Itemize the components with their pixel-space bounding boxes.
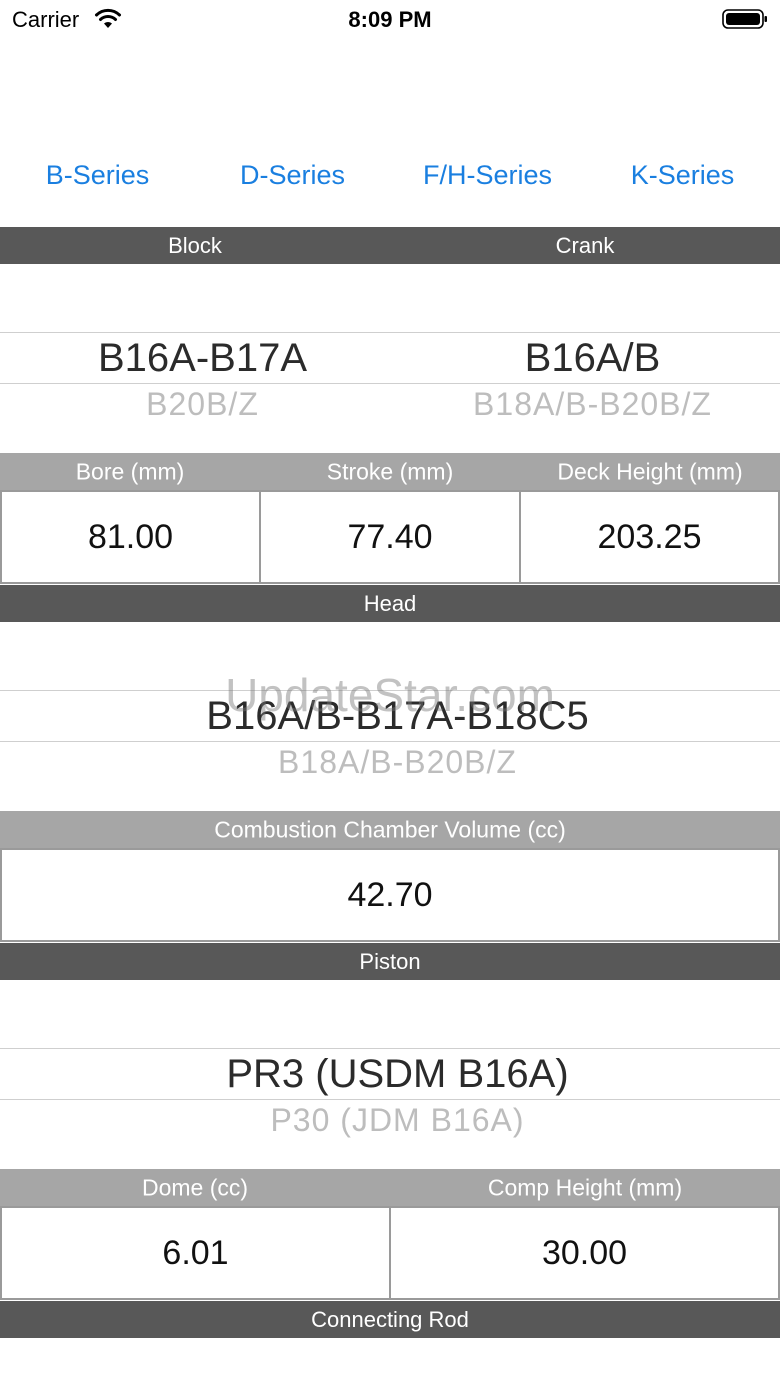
piston-header: Piston [0,943,780,980]
crank-header-label: Crank [555,232,615,258]
chamber-volume-field[interactable]: 42.70 [0,848,780,942]
crank-picker-next[interactable]: B18A/B-B20B/Z [405,386,780,423]
bore-label: Bore (mm) [75,458,185,484]
tab-fh-series[interactable]: F/H-Series [390,160,585,191]
head-picker-next[interactable]: B18A/B-B20B/Z [0,744,780,781]
block-crank-picker[interactable]: B16A-B17A B20B/Z B16A/B B18A/B-B20B/Z [0,264,780,453]
picker-selection-bottom-line [0,741,780,742]
head-header-label: Head [363,590,417,616]
picker-selection-top-line [0,332,780,333]
head-picker-selected[interactable]: B16A/B-B17A-B18C5 [0,694,780,739]
piston-picker[interactable]: PR3 (USDM B16A) P30 (JDM B16A) [0,980,780,1169]
block-picker-selected[interactable]: B16A-B17A [0,336,405,381]
status-bar: Carrier 8:09 PM [0,0,780,40]
block-dimensions-labels: Bore (mm) Stroke (mm) Deck Height (mm) [0,453,780,490]
piston-picker-next[interactable]: P30 (JDM B16A) [0,1102,780,1139]
comp-height-label: Comp Height (mm) [487,1174,683,1200]
picker-selection-top-line [0,1048,780,1049]
comp-height-field[interactable]: 30.00 [389,1206,780,1300]
crank-picker-selected[interactable]: B16A/B [405,336,780,381]
block-crank-header: Block Crank [0,227,780,264]
picker-selection-top-line [0,690,780,691]
tab-b-series[interactable]: B-Series [0,160,195,191]
piston-header-label: Piston [359,948,421,974]
tab-k-series[interactable]: K-Series [585,160,780,191]
tab-d-series[interactable]: D-Series [195,160,390,191]
piston-picker-selected[interactable]: PR3 (USDM B16A) [0,1052,780,1097]
block-picker-next[interactable]: B20B/Z [0,386,405,423]
bore-field[interactable]: 81.00 [0,490,261,584]
connecting-rod-header-label: Connecting Rod [311,1306,469,1332]
chamber-volume-label: Combustion Chamber Volume (cc) [214,816,566,842]
deck-height-field[interactable]: 203.25 [519,490,780,584]
piston-dimensions-labels: Dome (cc) Comp Height (mm) [0,1169,780,1206]
clock: 8:09 PM [348,7,432,32]
deck-height-label: Deck Height (mm) [557,458,743,484]
chamber-volume-label-bar: Combustion Chamber Volume (cc) [0,811,780,848]
connecting-rod-header: Connecting Rod [0,1301,780,1338]
block-header-label: Block [168,232,222,258]
dome-label: Dome (cc) [141,1174,249,1200]
picker-selection-bottom-line [0,1099,780,1100]
head-header: Head [0,585,780,622]
head-picker[interactable]: B16A/B-B17A-B18C5 B18A/B-B20B/Z [0,622,780,811]
series-tabs: B-Series D-Series F/H-Series K-Series [0,160,780,200]
picker-selection-bottom-line [0,383,780,384]
stroke-field[interactable]: 77.40 [259,490,521,584]
dome-field[interactable]: 6.01 [0,1206,391,1300]
stroke-label: Stroke (mm) [326,458,454,484]
battery-icon [722,9,767,29]
